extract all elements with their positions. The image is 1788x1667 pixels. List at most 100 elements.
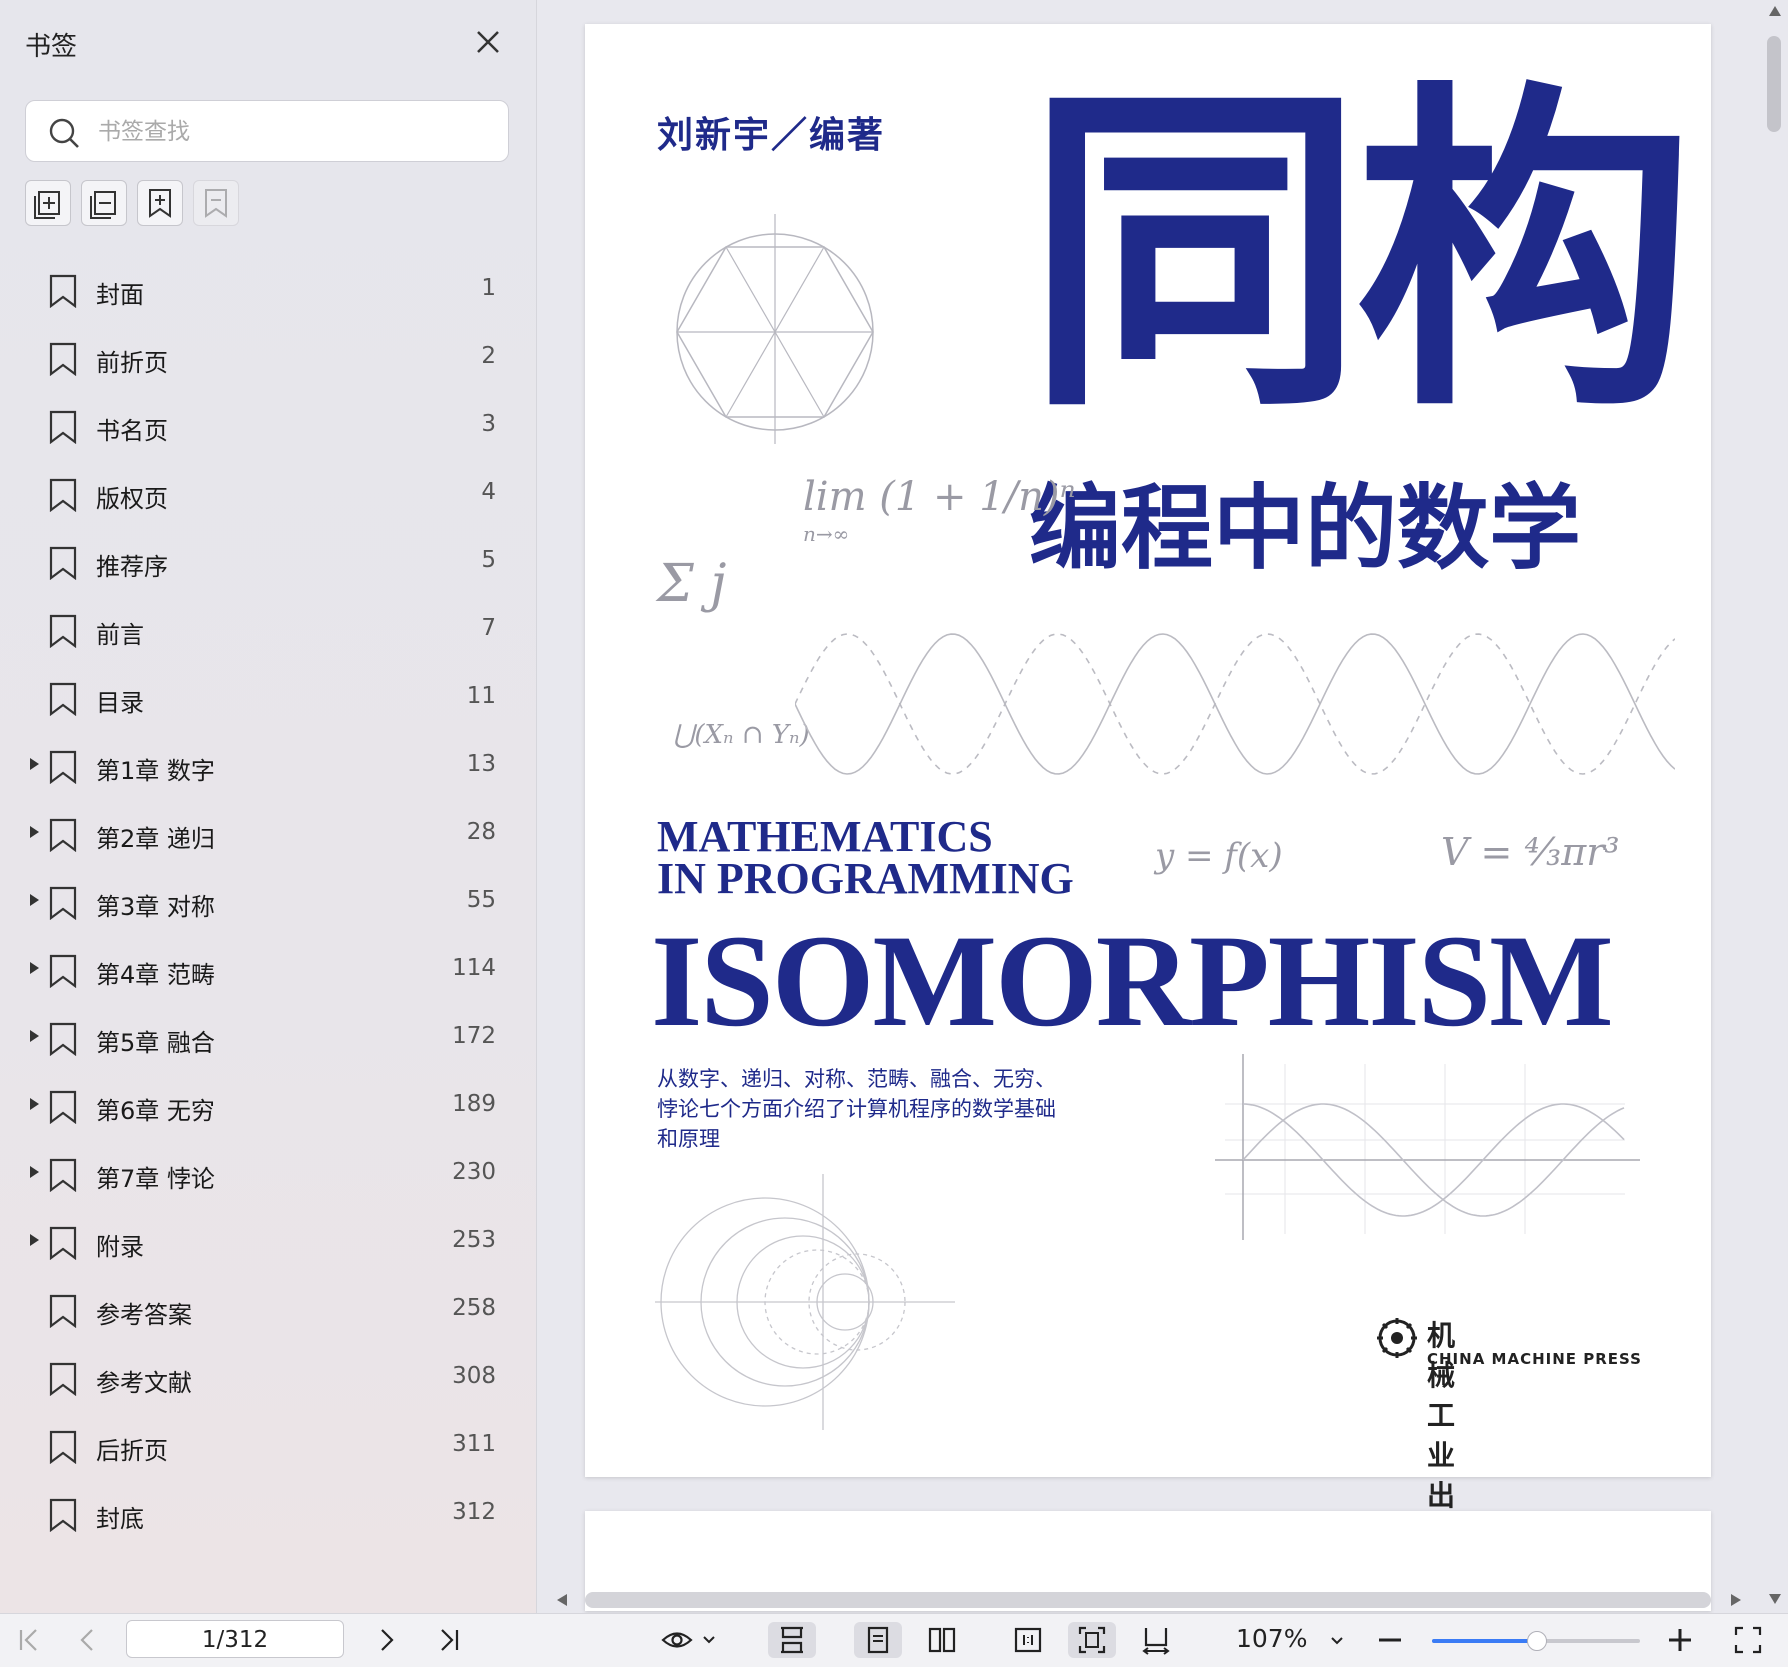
- expand-arrow-icon[interactable]: [30, 826, 39, 838]
- horizontal-scrollbar[interactable]: [585, 1592, 1711, 1608]
- zoom-slider[interactable]: [1432, 1631, 1640, 1651]
- book-cover-page: 刘新宇／编著 同构 编程中的数学 lim (1 + 1/n)ⁿ n→∞ Σ j …: [585, 24, 1711, 1592]
- bookmark-icon: [49, 478, 77, 512]
- bookmark-icon: [49, 750, 77, 784]
- bookmark-label: 第1章 数字: [96, 757, 215, 785]
- page-number-input[interactable]: 1/312: [126, 1620, 344, 1658]
- vertical-scrollbar[interactable]: [1767, 36, 1781, 132]
- expand-all-button[interactable]: [25, 180, 71, 226]
- bookmark-item[interactable]: 参考文献 308: [0, 1344, 536, 1412]
- add-bookmark-button[interactable]: [137, 180, 183, 226]
- expand-arrow-icon[interactable]: [30, 1098, 39, 1110]
- scroll-down-arrow[interactable]: [1769, 1594, 1781, 1604]
- two-page-button[interactable]: [918, 1622, 966, 1658]
- previous-page-button[interactable]: [68, 1622, 108, 1658]
- fullscreen-icon: [1734, 1626, 1762, 1654]
- bookmark-page-number: 230: [452, 1159, 496, 1185]
- bookmark-item[interactable]: 前言 7: [0, 596, 536, 664]
- bookmark-icon: [49, 614, 77, 648]
- bookmark-page-number: 7: [481, 615, 496, 641]
- expand-arrow-icon[interactable]: [30, 758, 39, 770]
- expand-arrow-icon[interactable]: [30, 1030, 39, 1042]
- zoom-level[interactable]: 107%: [1236, 1624, 1307, 1653]
- zoom-slider-handle[interactable]: [1527, 1631, 1547, 1651]
- bookmark-page-number: 189: [452, 1091, 496, 1117]
- bookmark-label: 第4章 范畴: [96, 961, 215, 989]
- bookmark-item[interactable]: 版权页 4: [0, 460, 536, 528]
- expand-arrow-icon[interactable]: [30, 1166, 39, 1178]
- bookmark-item[interactable]: 第2章 递归 28: [0, 800, 536, 868]
- union-formula: ⋃(Xₙ ∩ Yₙ): [673, 720, 810, 750]
- bookmark-icon: [49, 886, 77, 920]
- fit-page-button[interactable]: [1068, 1622, 1116, 1658]
- cover-isomorphism: ISOMORPHISM: [651, 907, 1614, 1054]
- expand-arrow-icon[interactable]: [30, 962, 39, 974]
- expand-arrow-icon[interactable]: [30, 894, 39, 906]
- cover-description: 从数字、递归、对称、范畴、融合、无穷、悖论七个方面介绍了计算机程序的数学基础和原…: [657, 1067, 1056, 1151]
- scroll-up-arrow[interactable]: [1769, 6, 1781, 16]
- bookmark-label: 参考文献: [96, 1369, 192, 1397]
- bookmark-icon: [49, 410, 77, 444]
- fit-page-icon: [1078, 1626, 1106, 1654]
- bookmark-search[interactable]: [25, 100, 509, 162]
- fit-width-button[interactable]: [1132, 1622, 1180, 1658]
- actual-size-icon: [1014, 1627, 1042, 1653]
- scroll-right-arrow[interactable]: [1731, 1594, 1741, 1606]
- bookmark-item[interactable]: 书名页 3: [0, 392, 536, 460]
- actual-size-button[interactable]: [1004, 1622, 1052, 1658]
- bookmark-item[interactable]: 推荐序 5: [0, 528, 536, 596]
- bookmark-icon: [49, 1158, 77, 1192]
- bookmark-page-number: 1: [481, 275, 496, 301]
- bookmark-item[interactable]: 目录 11: [0, 664, 536, 732]
- remove-bookmark-button[interactable]: [193, 180, 239, 226]
- bookmark-item[interactable]: 封面 1: [0, 256, 536, 324]
- bookmark-label: 书名页: [96, 417, 168, 445]
- zoom-dropdown-button[interactable]: [1322, 1622, 1352, 1658]
- bookmark-icon: [49, 1226, 77, 1260]
- bookmark-item[interactable]: 附录 253: [0, 1208, 536, 1276]
- collapse-all-button[interactable]: [81, 180, 127, 226]
- cover-title-en: MATHEMATICS IN PROGRAMMING: [657, 815, 1074, 901]
- bookmark-item[interactable]: 第1章 数字 13: [0, 732, 536, 800]
- add-bookmark-icon: [149, 189, 171, 218]
- bookmark-icon: [49, 1090, 77, 1124]
- next-page-button[interactable]: [366, 1622, 406, 1658]
- bookmark-label: 附录: [96, 1233, 144, 1261]
- single-page-icon: [867, 1626, 889, 1654]
- bookmark-search-input[interactable]: [96, 111, 480, 153]
- bookmark-item[interactable]: 后折页 311: [0, 1412, 536, 1480]
- first-page-button[interactable]: [8, 1622, 48, 1658]
- chevron-left-icon: [80, 1629, 93, 1651]
- single-page-button[interactable]: [854, 1622, 902, 1658]
- bookmark-page-number: 28: [466, 819, 496, 845]
- sum-formula: Σ j: [657, 554, 727, 614]
- cover-subtitle-cn: 编程中的数学: [1029, 475, 1582, 582]
- bookmark-item[interactable]: 前折页 2: [0, 324, 536, 392]
- close-sidebar-button[interactable]: [470, 24, 506, 60]
- bookmark-page-number: 114: [452, 955, 496, 981]
- bookmark-item[interactable]: 参考答案 258: [0, 1276, 536, 1344]
- last-page-button[interactable]: [430, 1622, 470, 1658]
- bookmark-label: 后折页: [96, 1437, 168, 1465]
- view-mode-dropdown[interactable]: [658, 1622, 722, 1658]
- bookmark-label: 封底: [96, 1505, 144, 1533]
- bookmark-item[interactable]: 第3章 对称 55: [0, 868, 536, 936]
- scroll-left-arrow[interactable]: [557, 1594, 567, 1606]
- collapse-all-icon: [90, 191, 116, 219]
- bookmark-item[interactable]: 第4章 范畴 114: [0, 936, 536, 1004]
- bookmark-page-number: 253: [452, 1227, 496, 1253]
- bookmark-item[interactable]: 封底 312: [0, 1480, 536, 1548]
- expand-arrow-icon[interactable]: [30, 1234, 39, 1246]
- bookmark-item[interactable]: 第6章 无穷 189: [0, 1072, 536, 1140]
- bookmark-page-number: 3: [481, 411, 496, 437]
- fullscreen-button[interactable]: [1728, 1622, 1768, 1658]
- bookmark-icon: [49, 1498, 77, 1532]
- bookmark-item[interactable]: 第7章 悖论 230: [0, 1140, 536, 1208]
- continuous-scroll-button[interactable]: [768, 1622, 816, 1658]
- bookmark-page-number: 308: [452, 1363, 496, 1389]
- zoom-out-button[interactable]: [1372, 1622, 1408, 1658]
- bookmark-item[interactable]: 第5章 融合 172: [0, 1004, 536, 1072]
- bookmark-label: 第3章 对称: [96, 893, 215, 921]
- last-page-icon: [441, 1629, 459, 1651]
- zoom-in-button[interactable]: [1662, 1622, 1698, 1658]
